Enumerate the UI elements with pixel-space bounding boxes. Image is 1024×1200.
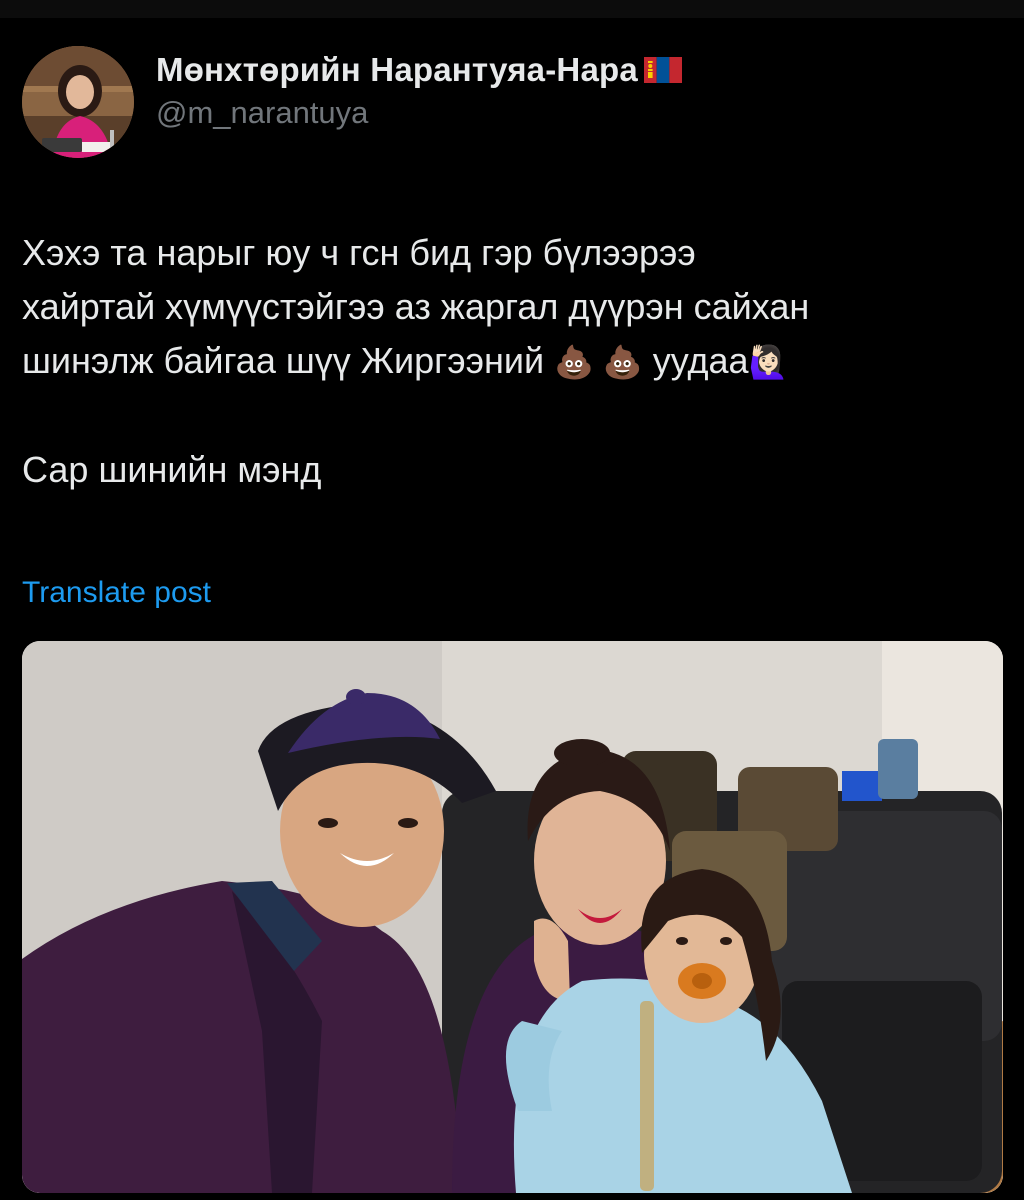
family-photo [22, 641, 1003, 1193]
avatar[interactable] [22, 46, 134, 158]
post-text-line: Хэхэ та нарыг юу ч гсн бид гэр бүлээрээ [22, 232, 696, 273]
post-text: Хэхэ та нарыг юу ч гсн бид гэр бүлээрээ … [22, 226, 1007, 497]
post: Мөнхтөрийн Нарантуяа-Нара @m_narantuya Х [0, 0, 1024, 1200]
mongolia-flag-icon [643, 57, 682, 83]
post-text-line: Сар шинийн мэнд [22, 449, 322, 490]
post-text-line: шинэлж байгаа шүү Жиргээний 💩 💩 уудаа🙋🏻‍… [22, 334, 1007, 389]
translate-post-link[interactable]: Translate post [22, 576, 211, 610]
author-name-row: Мөнхтөрийн Нарантуяа-Нара [156, 51, 682, 89]
avatar-image [22, 46, 134, 158]
post-header: Мөнхтөрийн Нарантуяа-Нара @m_narantuya [22, 46, 682, 158]
raising-hand-emoji-icon: 🙋🏻‍♀️ [748, 344, 789, 380]
post-text-segment: шинэлж байгаа шүү Жиргээний [22, 340, 545, 381]
author-display-name[interactable]: Мөнхтөрийн Нарантуяа-Нара [156, 51, 638, 89]
post-photo[interactable] [22, 641, 1003, 1193]
author-names: Мөнхтөрийн Нарантуяа-Нара @m_narantuya [156, 51, 682, 131]
post-text-line: хайртай хүмүүстэйгээ аз жаргал дүүрэн са… [22, 286, 810, 327]
post-text-segment: уудаа [652, 340, 749, 381]
author-handle[interactable]: @m_narantuya [156, 95, 682, 131]
poop-emoji-icon: 💩 💩 [554, 344, 643, 380]
